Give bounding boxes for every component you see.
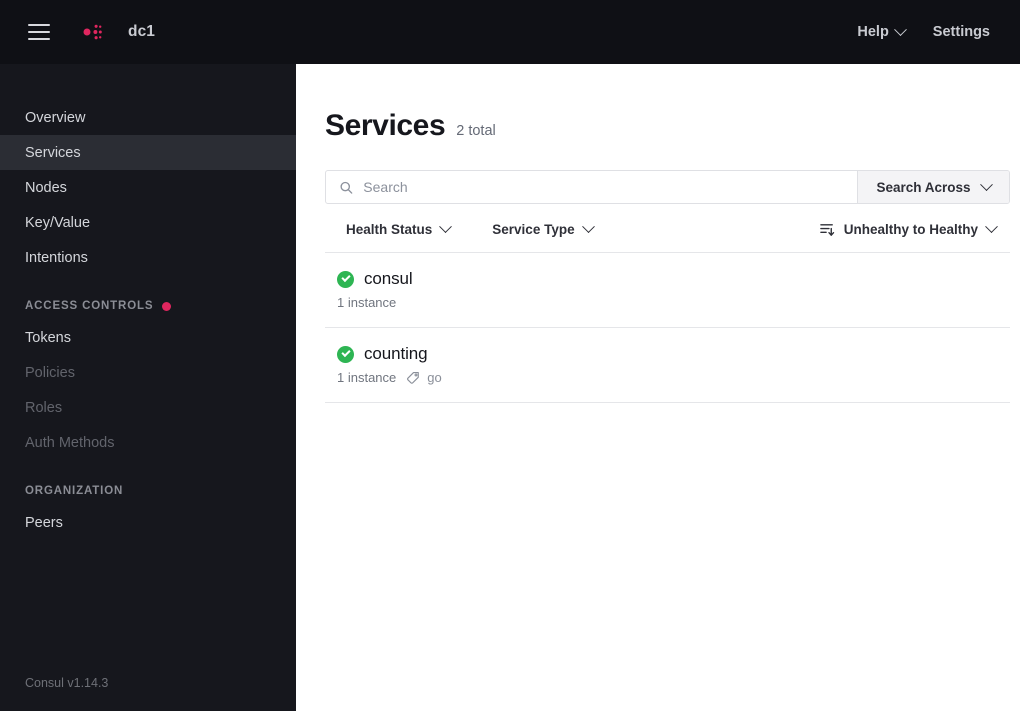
service-list-item[interactable]: counting 1 instance go bbox=[325, 328, 1010, 403]
filter-toolbar: Health Status Service Type Unhealthy to … bbox=[325, 209, 1010, 249]
sidebar-item-services[interactable]: Services bbox=[0, 135, 300, 170]
sidebar-item-overview[interactable]: Overview bbox=[0, 100, 296, 135]
sidebar-item-label: Roles bbox=[25, 399, 63, 416]
top-navigation-bar: dc1 Help Settings bbox=[0, 0, 1020, 64]
sidebar-item-label: Auth Methods bbox=[25, 434, 115, 451]
sidebar-item-roles: Roles bbox=[0, 390, 296, 425]
sidebar-item-auth-methods: Auth Methods bbox=[0, 425, 296, 460]
consul-logo-icon[interactable] bbox=[68, 13, 106, 51]
sidebar-item-peers[interactable]: Peers bbox=[0, 505, 296, 540]
service-type-filter[interactable]: Service Type bbox=[471, 218, 613, 241]
sidebar-section-organization: ORGANIZATION bbox=[0, 477, 296, 505]
sidebar-section-access-controls: ACCESS CONTROLS bbox=[0, 292, 296, 320]
hamburger-line bbox=[28, 31, 50, 33]
service-name: counting bbox=[364, 344, 428, 363]
help-menu[interactable]: Help bbox=[857, 22, 907, 40]
hamburger-line bbox=[28, 24, 50, 26]
health-status-filter-label: Health Status bbox=[346, 221, 433, 237]
health-status-filter[interactable]: Health Status bbox=[325, 218, 471, 241]
service-title-row: consul bbox=[337, 269, 1010, 289]
sidebar-item-label: Key/Value bbox=[25, 214, 91, 231]
settings-label: Settings bbox=[932, 24, 990, 40]
sidebar-item-label: Tokens bbox=[25, 329, 71, 346]
search-input[interactable] bbox=[363, 179, 857, 195]
service-instance-count: 1 instance bbox=[337, 370, 397, 385]
search-across-dropdown[interactable]: Search Across bbox=[857, 171, 1009, 203]
search-icon bbox=[340, 181, 353, 194]
chevron-down-icon bbox=[581, 219, 595, 233]
hamburger-menu-icon[interactable] bbox=[28, 24, 50, 40]
sidebar-item-label: Policies bbox=[25, 364, 75, 381]
sidebar-item-key-value[interactable]: Key/Value bbox=[0, 205, 296, 240]
help-label: Help bbox=[857, 24, 889, 40]
consul-version-label: Consul v1.14.3 bbox=[25, 676, 109, 690]
sidebar-item-label: Services bbox=[25, 144, 81, 161]
chevron-down-icon bbox=[893, 22, 907, 36]
services-list: consul 1 instance counting 1 instance go bbox=[325, 252, 1010, 403]
service-type-filter-label: Service Type bbox=[492, 221, 575, 237]
page-header: Services 2 total bbox=[325, 109, 1010, 143]
service-list-item[interactable]: consul 1 instance bbox=[325, 253, 1010, 328]
sort-label: Unhealthy to Healthy bbox=[843, 221, 978, 237]
service-name: consul bbox=[364, 269, 413, 288]
search-field[interactable] bbox=[326, 171, 857, 203]
health-passing-check-icon bbox=[337, 270, 354, 288]
health-passing-check-icon bbox=[337, 345, 354, 363]
sidebar-section-label: ACCESS CONTROLS bbox=[25, 300, 154, 312]
datacenter-selector[interactable]: dc1 bbox=[128, 23, 155, 41]
chevron-down-icon bbox=[439, 219, 453, 233]
sidebar-navigation: Overview Services Nodes Key/Value Intent… bbox=[0, 64, 300, 711]
sidebar-item-nodes[interactable]: Nodes bbox=[0, 170, 296, 205]
service-tag: go bbox=[406, 370, 442, 385]
service-meta: 1 instance go bbox=[337, 370, 1010, 385]
sidebar-item-intentions[interactable]: Intentions bbox=[0, 240, 296, 275]
search-across-label: Search Across bbox=[876, 179, 971, 195]
sidebar-item-label: Overview bbox=[25, 109, 86, 126]
chevron-down-icon bbox=[985, 219, 998, 233]
sidebar-item-label: Nodes bbox=[25, 179, 67, 196]
service-instance-count: 1 instance bbox=[337, 295, 397, 310]
service-meta: 1 instance bbox=[337, 295, 1010, 310]
page-title: Services bbox=[325, 109, 446, 142]
chevron-down-icon bbox=[979, 177, 993, 191]
sort-descending-icon bbox=[819, 223, 834, 236]
main-content: Services 2 total Search Across Health St… bbox=[300, 64, 1020, 711]
sidebar-item-label: Peers bbox=[25, 514, 63, 531]
services-total-count: 2 total bbox=[456, 123, 496, 139]
sidebar-item-label: Intentions bbox=[25, 249, 88, 266]
sidebar-section-label: ORGANIZATION bbox=[25, 485, 124, 497]
access-controls-status-dot-icon bbox=[162, 301, 172, 311]
sidebar-item-policies: Policies bbox=[0, 355, 296, 390]
hamburger-line bbox=[28, 38, 50, 40]
sort-selector[interactable]: Unhealthy to Healthy bbox=[819, 219, 1010, 237]
service-title-row: counting bbox=[337, 344, 1010, 364]
sidebar-item-tokens[interactable]: Tokens bbox=[0, 320, 296, 355]
settings-link[interactable]: Settings bbox=[933, 24, 990, 40]
tag-icon bbox=[407, 371, 420, 384]
service-tag-label: go bbox=[427, 370, 442, 385]
search-bar: Search Across bbox=[325, 170, 1010, 204]
topbar-actions: Help Settings bbox=[857, 22, 1020, 40]
